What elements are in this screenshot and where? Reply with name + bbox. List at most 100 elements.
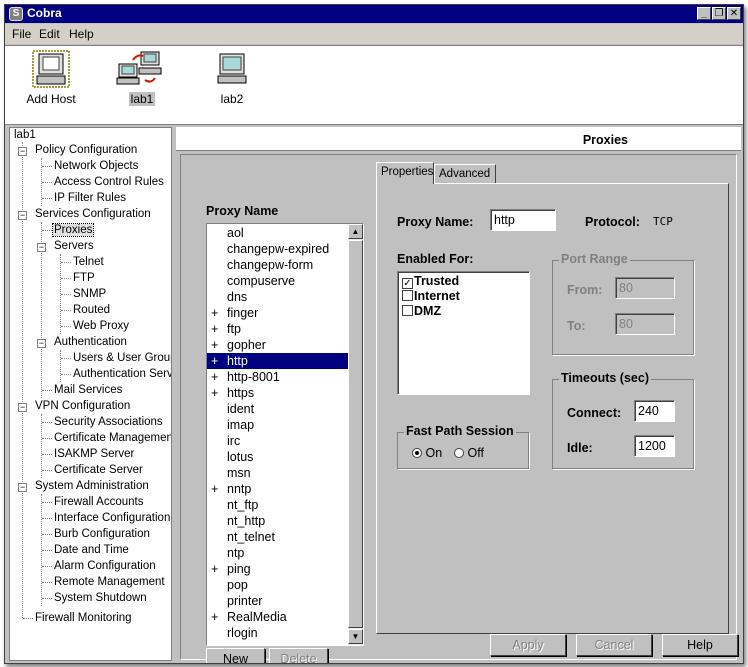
- tree-isakmp-server[interactable]: ISAKMP Server: [54, 447, 134, 462]
- menu-file[interactable]: File: [12, 27, 31, 41]
- tree-alarm-configuration[interactable]: Alarm Configuration: [54, 559, 156, 574]
- tree-system-shutdown[interactable]: System Shutdown: [54, 591, 147, 606]
- collapse-icon[interactable]: −: [18, 147, 27, 156]
- proxy-list-item[interactable]: + http-8001: [207, 369, 349, 385]
- tree-ftp[interactable]: FTP: [73, 271, 95, 286]
- proxy-list-item[interactable]: rlogin: [207, 625, 349, 641]
- tree-network-objects[interactable]: Network Objects: [54, 159, 138, 174]
- host-lab2[interactable]: lab2: [196, 50, 268, 120]
- proxy-list-item[interactable]: + https: [207, 385, 349, 401]
- apply-button[interactable]: Apply: [490, 634, 566, 656]
- scroll-up-icon[interactable]: ▲: [348, 224, 363, 239]
- tree-telnet[interactable]: Telnet: [73, 255, 104, 270]
- tree-burb-configuration[interactable]: Burb Configuration: [54, 527, 150, 542]
- add-host-button[interactable]: Add Host: [15, 50, 87, 120]
- cancel-button[interactable]: Cancel: [576, 634, 652, 656]
- proxy-list-item[interactable]: nt_ftp: [207, 497, 349, 513]
- tree-routed[interactable]: Routed: [73, 303, 110, 318]
- tree-access-control-rules[interactable]: Access Control Rules: [54, 175, 164, 190]
- proxy-list-item[interactable]: msn: [207, 465, 349, 481]
- tree-firewall-accounts[interactable]: Firewall Accounts: [54, 495, 143, 510]
- tree-branch: [42, 166, 52, 167]
- proxy-list-item[interactable]: compuserve: [207, 273, 349, 289]
- tree-users-groups[interactable]: Users & User Groups: [73, 351, 171, 366]
- tree-snmp[interactable]: SNMP: [73, 287, 106, 302]
- collapse-icon[interactable]: −: [18, 211, 27, 220]
- proxy-list-item[interactable]: dns: [207, 289, 349, 305]
- tree-certificate-management[interactable]: Certificate Management: [54, 431, 171, 446]
- collapse-icon[interactable]: −: [18, 403, 27, 412]
- tree-root[interactable]: lab1: [14, 128, 36, 143]
- port-to-field[interactable]: 80: [615, 313, 675, 335]
- tree-remote-management[interactable]: Remote Management: [54, 575, 165, 590]
- proxy-list-item[interactable]: changepw-form: [207, 257, 349, 273]
- menu-help[interactable]: Help: [69, 27, 94, 41]
- proxy-list-item[interactable]: + finger: [207, 305, 349, 321]
- proxy-name: nt_http: [227, 514, 266, 528]
- proxy-list-item[interactable]: changepw-expired: [207, 241, 349, 257]
- tree-ip-filter-rules[interactable]: IP Filter Rules: [54, 191, 126, 206]
- port-from-field[interactable]: 80: [615, 277, 675, 299]
- close-button[interactable]: ✕: [727, 7, 741, 20]
- connect-timeout-field[interactable]: 240: [634, 400, 675, 422]
- checkbox-dmz[interactable]: DMZ: [402, 304, 441, 319]
- checkbox-internet[interactable]: Internet: [402, 289, 460, 304]
- proxy-list-item[interactable]: imap: [207, 417, 349, 433]
- tree-interface-configuration[interactable]: Interface Configuration: [54, 511, 170, 526]
- menu-edit[interactable]: Edit: [39, 27, 60, 41]
- proxy-list-item[interactable]: + gopher: [207, 337, 349, 353]
- tree-date-and-time[interactable]: Date and Time: [54, 543, 129, 558]
- proxy-list-item[interactable]: ntp: [207, 545, 349, 561]
- tree-services-configuration[interactable]: Services Configuration: [35, 207, 151, 222]
- tree-certificate-server[interactable]: Certificate Server: [54, 463, 143, 478]
- tree-mail-services[interactable]: Mail Services: [54, 383, 122, 398]
- help-button[interactable]: Help: [662, 634, 738, 656]
- proxy-name: nntp: [227, 482, 252, 496]
- proxy-list-item[interactable]: pop: [207, 577, 349, 593]
- proxy-list-item[interactable]: ident: [207, 401, 349, 417]
- minimize-button[interactable]: _: [697, 7, 711, 20]
- proxy-list-item[interactable]: nt_http: [207, 513, 349, 529]
- proxy-name-field[interactable]: http: [490, 209, 556, 231]
- tree-vpn-configuration[interactable]: VPN Configuration: [35, 399, 130, 414]
- proxy-list-item[interactable]: irc: [207, 433, 349, 449]
- tree-security-associations[interactable]: Security Associations: [54, 415, 163, 430]
- navigation-tree: lab1 − Policy Configuration Network Obje…: [9, 127, 172, 661]
- proxy-list-item[interactable]: + ftp: [207, 321, 349, 337]
- tree-system-administration[interactable]: System Administration: [35, 479, 149, 494]
- proxy-list[interactable]: aol changepw-expired changepw-form compuser…: [206, 223, 364, 646]
- checkbox-trusted[interactable]: ✓ Trusted: [402, 274, 459, 289]
- collapse-icon[interactable]: −: [37, 243, 46, 252]
- tree-authentication-servers[interactable]: Authentication Servic: [73, 367, 171, 382]
- proxy-list-scrollbar[interactable]: ▲ ▼: [348, 224, 363, 645]
- tree-firewall-monitoring[interactable]: Firewall Monitoring: [35, 611, 132, 626]
- tree-branch: [61, 374, 71, 375]
- idle-timeout-field[interactable]: 1200: [634, 435, 675, 457]
- tab-advanced[interactable]: Advanced: [434, 164, 496, 184]
- new-button[interactable]: New: [206, 648, 265, 663]
- proxy-list-item[interactable]: + RealMedia: [207, 609, 349, 625]
- tree-policy-configuration[interactable]: Policy Configuration: [35, 143, 137, 158]
- delete-button[interactable]: Delete: [269, 648, 328, 663]
- proxy-list-item[interactable]: aol: [207, 225, 349, 241]
- proxy-list-item[interactable]: printer: [207, 593, 349, 609]
- collapse-icon[interactable]: −: [37, 339, 46, 348]
- scroll-down-icon[interactable]: ▼: [348, 629, 363, 644]
- snake-icon[interactable]: S: [9, 7, 23, 21]
- proxy-list-item[interactable]: + ping: [207, 561, 349, 577]
- radio-on[interactable]: On: [412, 446, 442, 460]
- proxy-list-item[interactable]: nt_telnet: [207, 529, 349, 545]
- radio-off[interactable]: Off: [454, 446, 484, 460]
- tree-web-proxy[interactable]: Web Proxy: [73, 319, 129, 334]
- tree-servers[interactable]: Servers: [54, 239, 94, 254]
- tree-proxies[interactable]: Proxies: [51, 223, 95, 238]
- proxy-list-item[interactable]: + http: [207, 353, 349, 369]
- tab-properties[interactable]: Properties: [376, 162, 434, 184]
- scroll-thumb[interactable]: [348, 240, 363, 628]
- proxy-list-item[interactable]: lotus: [207, 449, 349, 465]
- restore-button[interactable]: ❐: [712, 7, 726, 20]
- host-lab1[interactable]: lab1: [106, 50, 178, 120]
- proxy-list-item[interactable]: + nntp: [207, 481, 349, 497]
- tree-authentication[interactable]: Authentication: [54, 335, 127, 350]
- collapse-icon[interactable]: −: [18, 483, 27, 492]
